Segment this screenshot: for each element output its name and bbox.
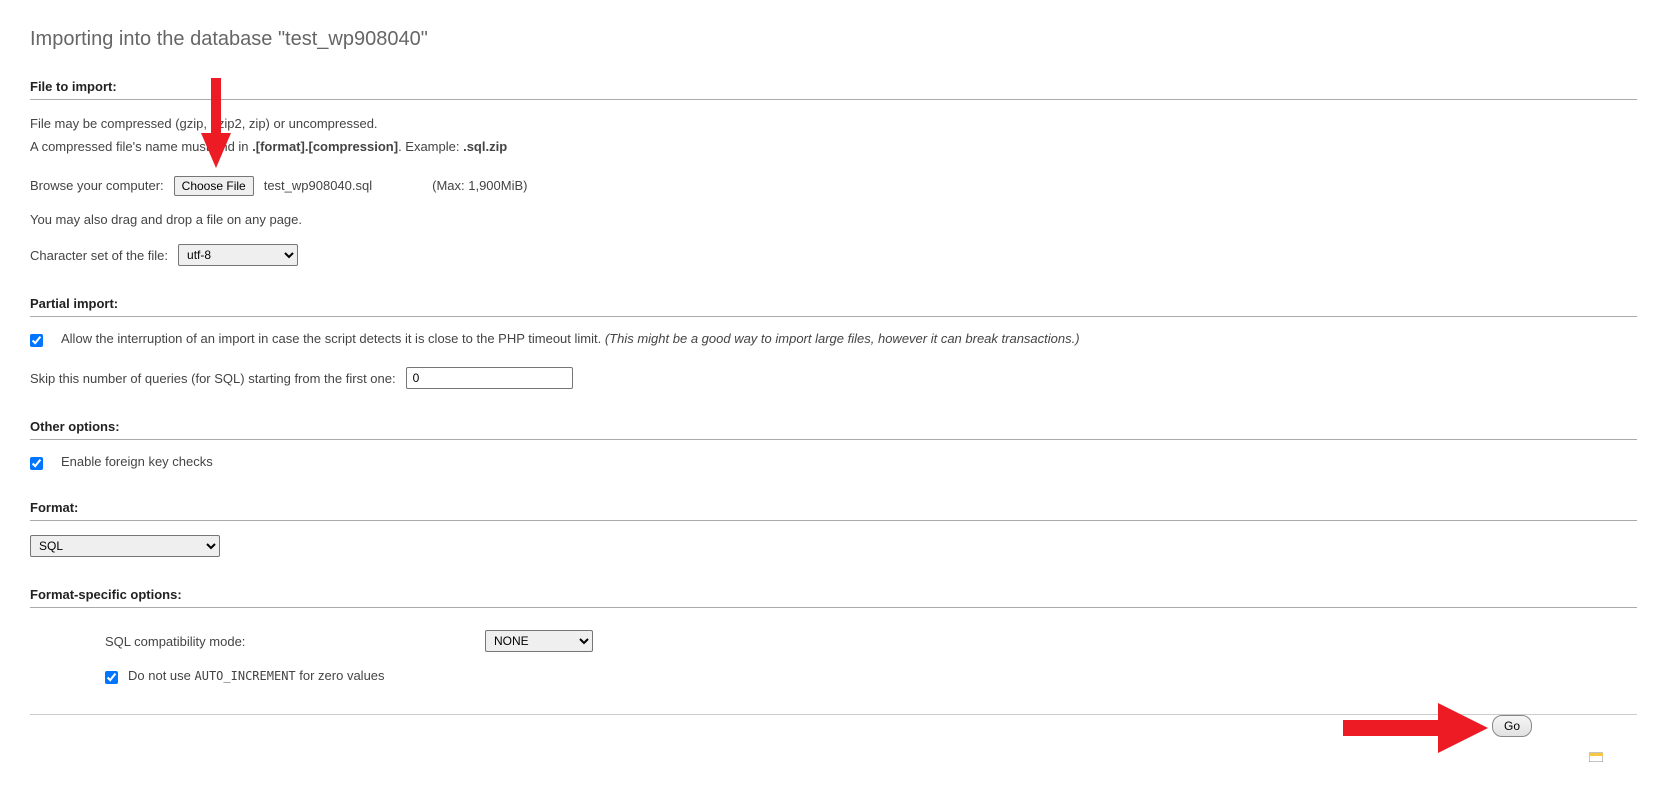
- allow-interrupt-checkbox[interactable]: [30, 334, 43, 347]
- divider: [30, 99, 1637, 100]
- hint-text: A compressed file's name must end in: [30, 139, 252, 154]
- partial-import-heading: Partial import:: [30, 296, 1637, 315]
- choose-file-button[interactable]: Choose File: [174, 176, 254, 196]
- skip-queries-input[interactable]: [406, 367, 573, 389]
- other-options-heading: Other options:: [30, 419, 1637, 438]
- page-title-prefix: Importing into the database ": [30, 28, 285, 50]
- page-title: Importing into the database "test_wp9080…: [30, 28, 1637, 51]
- go-button[interactable]: Go: [1492, 715, 1532, 737]
- hint-example: .sql.zip: [463, 139, 507, 154]
- divider: [30, 439, 1637, 440]
- divider: [30, 607, 1637, 608]
- skip-queries-label: Skip this number of queries (for SQL) st…: [30, 371, 396, 386]
- page-title-suffix: ": [421, 28, 428, 50]
- browse-label: Browse your computer:: [30, 178, 164, 193]
- format-specific-heading: Format-specific options:: [30, 587, 1637, 606]
- divider: [30, 316, 1637, 317]
- format-heading: Format:: [30, 500, 1637, 519]
- chosen-filename: test_wp908040.sql: [264, 178, 372, 193]
- foreign-key-label: Enable foreign key checks: [61, 454, 213, 469]
- format-select[interactable]: SQL: [30, 535, 220, 557]
- auto-increment-label: Do not use AUTO_INCREMENT for zero value…: [128, 668, 385, 683]
- compression-hint: File may be compressed (gzip, bzip2, zip…: [30, 114, 1637, 135]
- drag-drop-hint: You may also drag and drop a file on any…: [30, 210, 1637, 231]
- allow-interrupt-text: Allow the interruption of an import in c…: [61, 331, 605, 346]
- allow-interrupt-note: (This might be a good way to import larg…: [605, 331, 1080, 346]
- auto-increment-checkbox[interactable]: [105, 671, 118, 684]
- charset-select[interactable]: utf-8: [178, 244, 298, 266]
- filename-hint: A compressed file's name must end in .[f…: [30, 137, 1637, 158]
- charset-label: Character set of the file:: [30, 248, 168, 263]
- file-to-import-heading: File to import:: [30, 79, 1637, 98]
- page-title-db: test_wp908040: [285, 28, 421, 50]
- corner-widget-icon: [1589, 751, 1603, 762]
- hint-format: .[format].[compression]: [252, 139, 398, 154]
- foreign-key-checkbox[interactable]: [30, 457, 43, 470]
- ai-text-1: Do not use: [128, 668, 195, 683]
- sql-compat-label: SQL compatibility mode:: [105, 634, 485, 649]
- sql-compat-select[interactable]: NONE: [485, 630, 593, 652]
- divider: [30, 520, 1637, 521]
- bottom-divider: [30, 714, 1637, 715]
- allow-interrupt-label: Allow the interruption of an import in c…: [61, 331, 1080, 346]
- ai-text-2: for zero values: [296, 668, 385, 683]
- max-size-label: (Max: 1,900MiB): [432, 178, 527, 193]
- ai-code: AUTO_INCREMENT: [195, 669, 296, 683]
- hint-text-2: . Example:: [398, 139, 463, 154]
